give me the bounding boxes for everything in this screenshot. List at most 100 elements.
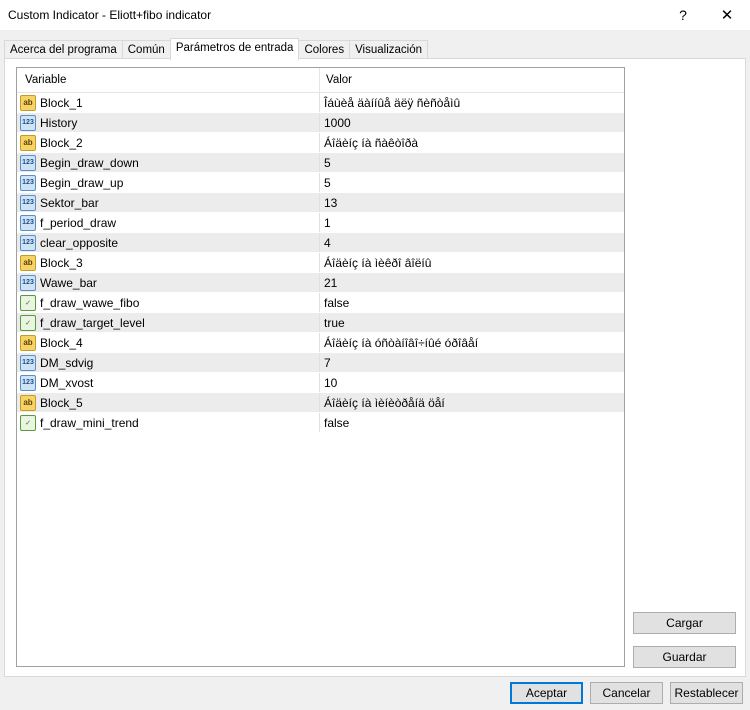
tab-inputs[interactable]: Parámetros de entrada [169,38,300,60]
table-row[interactable]: 123 DM_xvost 10 [17,373,624,393]
integer-type-icon: 123 [20,354,36,371]
variable-name: f_period_draw [40,215,117,230]
table-row[interactable]: 123 Begin_draw_down 5 [17,153,624,173]
table-row[interactable]: 123 Begin_draw_up 5 [17,173,624,193]
boolean-type-icon: ✓ [20,314,36,331]
value-cell[interactable]: 13 [320,193,624,212]
variable-name: f_draw_mini_trend [40,415,139,430]
tab-colors[interactable]: Colores [298,40,351,60]
integer-type-icon: 123 [20,174,36,191]
tab-bar: Acerca del programa Común Parámetros de … [4,38,429,60]
grid-header: Variable Valor [17,68,624,93]
table-row[interactable]: 123 History 1000 [17,113,624,133]
variable-cell[interactable]: 123 Sektor_bar [17,193,320,212]
integer-type-icon: 123 [20,114,36,131]
table-row[interactable]: ab Block_3 Áîäèíç íà ìèêðî âîëíû [17,253,624,273]
table-row[interactable]: 123 f_period_draw 1 [17,213,624,233]
value-cell[interactable]: Îáùèå äàííûå äëÿ ñèñòåìû [320,93,624,112]
string-type-icon: ab [20,334,36,351]
variable-cell[interactable]: 123 DM_xvost [17,373,320,392]
integer-type-icon: 123 [20,274,36,291]
variable-name: f_draw_target_level [40,315,145,330]
variable-cell[interactable]: ab Block_1 [17,93,320,112]
value-cell[interactable]: 5 [320,173,624,192]
value-cell[interactable]: false [320,413,624,432]
table-row[interactable]: 123 DM_sdvig 7 [17,353,624,373]
value-cell[interactable]: 21 [320,273,624,292]
reset-button[interactable]: Restablecer [670,682,743,704]
value-cell[interactable]: false [320,293,624,312]
variable-name: Begin_draw_up [40,175,124,190]
table-row[interactable]: 123 Sektor_bar 13 [17,193,624,213]
variable-cell[interactable]: 123 DM_sdvig [17,353,320,372]
table-row[interactable]: ab Block_1 Îáùèå äàííûå äëÿ ñèñòåìû [17,93,624,113]
load-button[interactable]: Cargar [633,612,736,634]
variable-cell[interactable]: ab Block_4 [17,333,320,352]
column-header-variable[interactable]: Variable [17,68,320,93]
value-cell[interactable]: 10 [320,373,624,392]
variable-name: DM_xvost [40,375,94,390]
variable-cell[interactable]: 123 f_period_draw [17,213,320,232]
string-type-icon: ab [20,94,36,111]
value-cell[interactable]: 1 [320,213,624,232]
grid-rows: ab Block_1 Îáùèå äàííûå äëÿ ñèñòåìû 123 Hist… [17,93,624,433]
accept-button[interactable]: Aceptar [510,682,583,704]
variable-cell[interactable]: 123 Wawe_bar [17,273,320,292]
variable-name: Block_4 [40,335,83,350]
variable-cell[interactable]: ab Block_3 [17,253,320,272]
integer-type-icon: 123 [20,194,36,211]
value-cell[interactable]: Áîäèíç íà óñòàíîâî÷íûé óðîâåí [320,333,624,352]
variable-name: Block_3 [40,255,83,270]
boolean-type-icon: ✓ [20,294,36,311]
value-cell[interactable]: 5 [320,153,624,172]
help-button[interactable]: ? [660,0,706,30]
variable-cell[interactable]: ab Block_5 [17,393,320,412]
variable-cell[interactable]: ✓ f_draw_target_level [17,313,320,332]
table-row[interactable]: ab Block_2 Áîäèíç íà ñàêòîðà [17,133,624,153]
variable-name: Block_2 [40,135,83,150]
table-row[interactable]: ✓ f_draw_mini_trend false [17,413,624,433]
window-title: Custom Indicator - Eliott+fibo indicator [8,8,212,22]
save-button[interactable]: Guardar [633,646,736,668]
value-cell[interactable]: Áîäèíç íà ìèêðî âîëíû [320,253,624,272]
tab-about[interactable]: Acerca del programa [4,40,123,60]
parameters-grid: Variable Valor ab Block_1 Îáùèå äàííûå äëÿ… [16,67,625,667]
variable-cell[interactable]: 123 History [17,113,320,132]
variable-cell[interactable]: 123 Begin_draw_down [17,153,320,172]
table-row[interactable]: ✓ f_draw_target_level true [17,313,624,333]
variable-cell[interactable]: 123 clear_opposite [17,233,320,252]
tab-visualization[interactable]: Visualización [349,40,429,60]
variable-name: History [40,115,78,130]
variable-cell[interactable]: ab Block_2 [17,133,320,152]
string-type-icon: ab [20,134,36,151]
integer-type-icon: 123 [20,374,36,391]
variable-cell[interactable]: ✓ f_draw_wawe_fibo [17,293,320,312]
tab-common[interactable]: Común [121,40,171,60]
value-cell[interactable]: 7 [320,353,624,372]
table-row[interactable]: ab Block_4 Áîäèíç íà óñòàíîâî÷íûé óðîâåí [17,333,624,353]
table-row[interactable]: ✓ f_draw_wawe_fibo false [17,293,624,313]
integer-type-icon: 123 [20,214,36,231]
table-row[interactable]: ab Block_5 Áîäèíç íà ìèíèòðåíä öåí [17,393,624,413]
variable-name: f_draw_wawe_fibo [40,295,140,310]
column-header-value[interactable]: Valor [320,68,352,93]
variable-cell[interactable]: ✓ f_draw_mini_trend [17,413,320,432]
close-button[interactable]: ✕ [704,0,750,30]
integer-type-icon: 123 [20,234,36,251]
variable-name: clear_opposite [40,235,119,250]
string-type-icon: ab [20,394,36,411]
variable-name: Block_5 [40,395,83,410]
table-row[interactable]: 123 Wawe_bar 21 [17,273,624,293]
cancel-button[interactable]: Cancelar [590,682,663,704]
string-type-icon: ab [20,254,36,271]
table-row[interactable]: 123 clear_opposite 4 [17,233,624,253]
value-cell[interactable]: Áîäèíç íà ñàêòîðà [320,133,624,152]
variable-cell[interactable]: 123 Begin_draw_up [17,173,320,192]
value-cell[interactable]: true [320,313,624,332]
title-bar: Custom Indicator - Eliott+fibo indicator… [0,0,750,30]
variable-name: Sektor_bar [40,195,99,210]
value-cell[interactable]: 1000 [320,113,624,132]
value-cell[interactable]: 4 [320,233,624,252]
value-cell[interactable]: Áîäèíç íà ìèíèòðåíä öåí [320,393,624,412]
variable-name: Wawe_bar [40,275,97,290]
